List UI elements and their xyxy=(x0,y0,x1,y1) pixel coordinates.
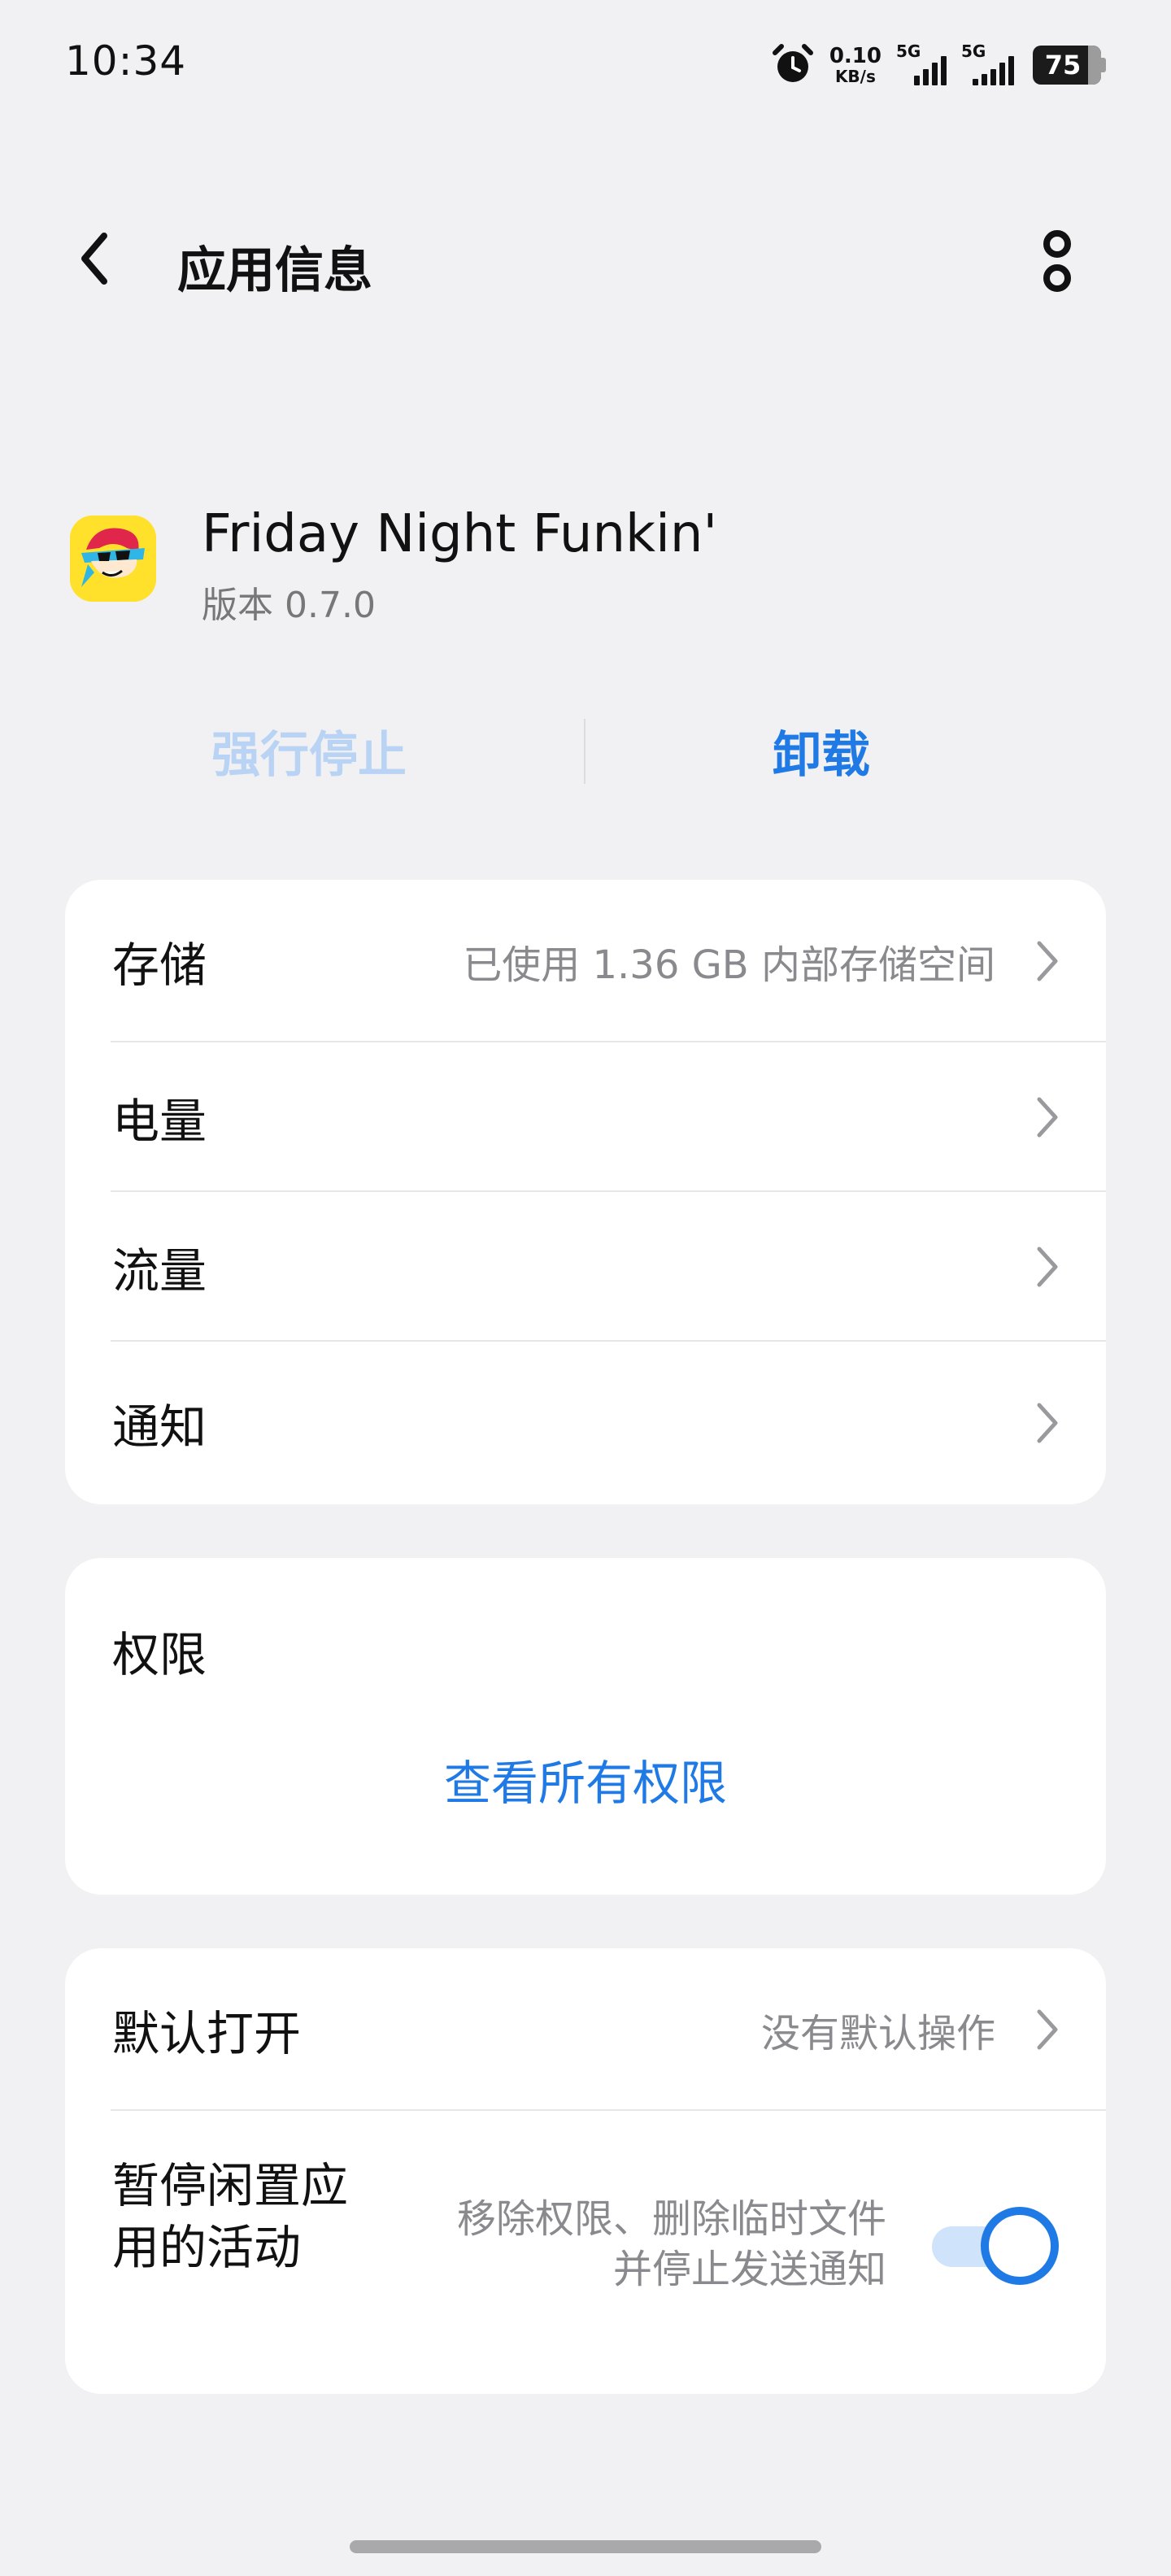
storage-value: 已使用 1.36 GB 内部存储空间 xyxy=(463,942,995,988)
notifications-row[interactable]: 通知 xyxy=(65,1342,1106,1504)
force-stop-button[interactable]: 强行停止 xyxy=(65,716,553,786)
battery-usage-label: 电量 xyxy=(112,1094,207,1149)
default-open-row[interactable]: 默认打开 没有默认操作 xyxy=(65,1948,1106,2111)
chevron-right-icon xyxy=(1037,1403,1058,1443)
defaults-card: 默认打开 没有默认操作 暂停闲置应用的活动 移除权限、删除临时文件并停止发送通知 xyxy=(65,1948,1106,2394)
pause-inactive-label: 暂停闲置应用的活动 xyxy=(112,2158,349,2275)
data-usage-label: 流量 xyxy=(112,1243,207,1299)
signal-icon-sim2: 5G xyxy=(961,41,1018,85)
app-info: Friday Night Funkin' 版本 0.7.0 xyxy=(65,488,1106,634)
app-icon xyxy=(70,516,156,602)
default-open-value: 没有默认操作 xyxy=(760,2011,995,2056)
battery-icon: 75 xyxy=(1033,46,1106,85)
general-settings-card: 存储 已使用 1.36 GB 内部存储空间 电量 流量 通知 xyxy=(65,880,1106,1504)
more-options-button[interactable] xyxy=(1028,223,1086,301)
chevron-right-icon xyxy=(1037,1247,1058,1287)
battery-usage-row[interactable]: 电量 xyxy=(65,1042,1106,1192)
data-usage-row[interactable]: 流量 xyxy=(65,1192,1106,1342)
signal-icon-sim1: 5G xyxy=(896,41,947,85)
app-bar: 应用信息 xyxy=(0,211,1171,309)
chevron-left-icon xyxy=(81,233,107,285)
more-vertical-icon xyxy=(1043,230,1071,292)
permissions-card: 权限 查看所有权限 xyxy=(65,1558,1106,1895)
app-name: Friday Night Funkin' xyxy=(202,504,718,564)
status-icons: 0.10 KB/s 5G 5G 75 xyxy=(771,41,1106,89)
pause-inactive-toggle[interactable] xyxy=(932,2207,1059,2285)
view-all-permissions-link[interactable]: 查看所有权限 xyxy=(65,1745,1106,1813)
alarm-icon xyxy=(772,44,813,82)
back-button[interactable] xyxy=(65,229,124,288)
app-actions: 强行停止 卸载 xyxy=(65,699,1106,797)
chevron-right-icon xyxy=(1037,2009,1058,2050)
net-speed-value: 0.10 xyxy=(829,44,882,68)
pause-inactive-description: 移除权限、删除临时文件并停止发送通知 xyxy=(456,2196,886,2292)
default-open-label: 默认打开 xyxy=(112,2006,302,2061)
page-title: 应用信息 xyxy=(177,242,372,299)
sim2-label: 5G xyxy=(961,41,986,61)
home-indicator[interactable] xyxy=(350,2540,821,2553)
storage-label: 存储 xyxy=(112,938,207,993)
sim1-label: 5G xyxy=(896,41,921,61)
notifications-label: 通知 xyxy=(112,1399,207,1455)
chevron-right-icon xyxy=(1037,1097,1058,1138)
chevron-right-icon xyxy=(1037,941,1058,981)
status-time: 10:34 xyxy=(65,37,187,85)
storage-row[interactable]: 存储 已使用 1.36 GB 内部存储空间 xyxy=(65,880,1106,1042)
net-speed-unit: KB/s xyxy=(834,67,876,86)
net-speed: 0.10 KB/s xyxy=(829,46,882,85)
app-version: 版本 0.7.0 xyxy=(202,585,376,626)
uninstall-button[interactable]: 卸载 xyxy=(577,716,1065,786)
battery-level: 75 xyxy=(1044,50,1082,80)
status-bar: 10:34 0.10 KB/s 5G 5G 75 xyxy=(0,0,1171,130)
permissions-title: 权限 xyxy=(112,1627,207,1682)
